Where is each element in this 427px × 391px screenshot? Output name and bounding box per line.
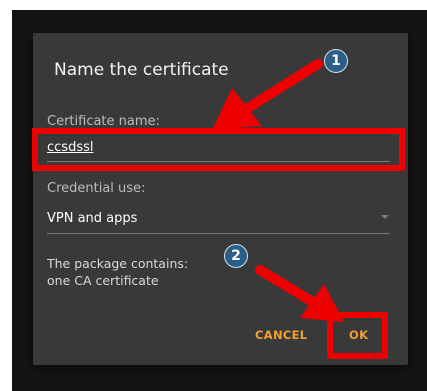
- arrow-1-icon: [212, 59, 323, 130]
- arrow-2-icon: [255, 265, 344, 322]
- step-1-badge: 1: [324, 49, 348, 73]
- step-2-badge: 2: [224, 244, 248, 268]
- annotation-arrows: [212, 59, 344, 322]
